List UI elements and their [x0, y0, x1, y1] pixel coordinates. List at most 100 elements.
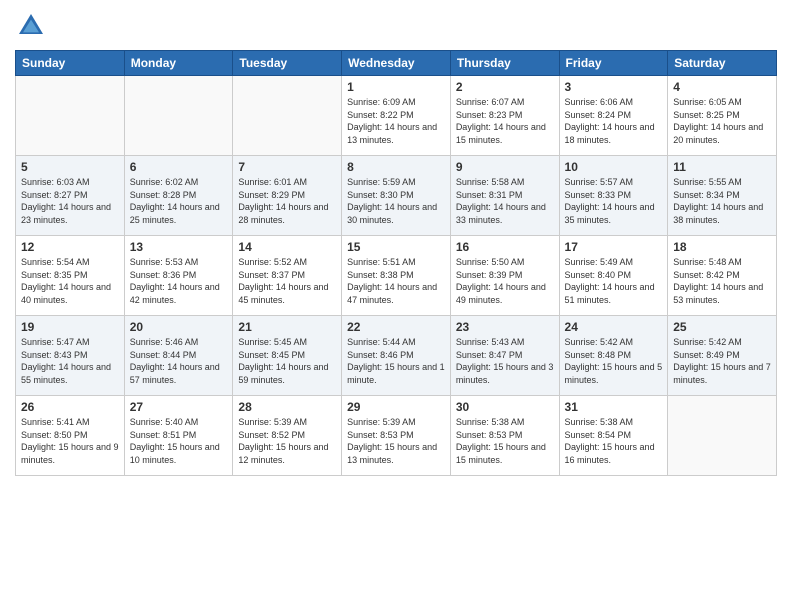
day-number: 16 [456, 240, 554, 254]
day-info: Sunrise: 5:59 AM Sunset: 8:30 PM Dayligh… [347, 176, 445, 226]
day-info: Sunrise: 5:41 AM Sunset: 8:50 PM Dayligh… [21, 416, 119, 466]
day-cell: 18 Sunrise: 5:48 AM Sunset: 8:42 PM Dayli… [668, 236, 777, 316]
day-info: Sunrise: 5:53 AM Sunset: 8:36 PM Dayligh… [130, 256, 228, 306]
day-cell: 19Sunrise: 5:47 AM Sunset: 8:43 PM Dayli… [16, 316, 125, 396]
day-info: Sunrise: 5:51 AM Sunset: 8:38 PM Dayligh… [347, 256, 445, 306]
day-number: 4 [673, 80, 771, 94]
day-number: 26 [21, 400, 119, 414]
day-info: Sunrise: 5:38 AM Sunset: 8:54 PM Dayligh… [565, 416, 663, 466]
day-info: Sunrise: 5:42 AM Sunset: 8:49 PM Dayligh… [673, 336, 771, 386]
day-info: Sunrise: 5:54 AM Sunset: 8:35 PM Dayligh… [21, 256, 119, 306]
day-number: 27 [130, 400, 228, 414]
day-cell: 20 Sunrise: 5:46 AM Sunset: 8:44 PM Dayli… [124, 316, 233, 396]
week-row-0: 1 Sunrise: 6:09 AM Sunset: 8:22 PM Daylig… [16, 76, 777, 156]
day-number: 28 [238, 400, 336, 414]
day-info: Sunrise: 6:05 AM Sunset: 8:25 PM Dayligh… [673, 96, 771, 146]
day-cell: 24Sunrise: 5:42 AM Sunset: 8:48 PM Dayli… [559, 316, 668, 396]
day-number: 3 [565, 80, 663, 94]
day-info: Sunrise: 5:49 AM Sunset: 8:40 PM Dayligh… [565, 256, 663, 306]
day-info: Sunrise: 5:47 AM Sunset: 8:43 PM Dayligh… [21, 336, 119, 386]
day-number: 21 [238, 320, 336, 334]
day-cell: 14 Sunrise: 5:52 AM Sunset: 8:37 PM Dayli… [233, 236, 342, 316]
day-number: 12 [21, 240, 119, 254]
day-number: 9 [456, 160, 554, 174]
day-number: 22 [347, 320, 445, 334]
day-cell: 12 Sunrise: 5:54 AM Sunset: 8:35 PM Dayli… [16, 236, 125, 316]
day-info: Sunrise: 5:43 AM Sunset: 8:47 PM Dayligh… [456, 336, 554, 386]
day-cell: 3 Sunrise: 6:06 AM Sunset: 8:24 PM Daylig… [559, 76, 668, 156]
page: SundayMondayTuesdayWednesdayThursdayFrid… [0, 0, 792, 612]
day-cell: 22Sunrise: 5:44 AM Sunset: 8:46 PM Dayli… [342, 316, 451, 396]
day-number: 13 [130, 240, 228, 254]
day-cell [668, 396, 777, 476]
day-info: Sunrise: 5:57 AM Sunset: 8:33 PM Dayligh… [565, 176, 663, 226]
day-cell: 16Sunrise: 5:50 AM Sunset: 8:39 PM Dayli… [450, 236, 559, 316]
day-cell: 15 Sunrise: 5:51 AM Sunset: 8:38 PM Dayli… [342, 236, 451, 316]
weekday-header-tuesday: Tuesday [233, 51, 342, 76]
day-cell: 23 Sunrise: 5:43 AM Sunset: 8:47 PM Dayli… [450, 316, 559, 396]
day-number: 11 [673, 160, 771, 174]
day-number: 1 [347, 80, 445, 94]
weekday-header-sunday: Sunday [16, 51, 125, 76]
day-cell: 27 Sunrise: 5:40 AM Sunset: 8:51 PM Dayli… [124, 396, 233, 476]
day-cell: 2Sunrise: 6:07 AM Sunset: 8:23 PM Daylig… [450, 76, 559, 156]
day-cell: 21 Sunrise: 5:45 AM Sunset: 8:45 PM Dayli… [233, 316, 342, 396]
day-number: 7 [238, 160, 336, 174]
day-info: Sunrise: 5:39 AM Sunset: 8:52 PM Dayligh… [238, 416, 336, 466]
day-cell: 8 Sunrise: 5:59 AM Sunset: 8:30 PM Daylig… [342, 156, 451, 236]
day-cell: 28 Sunrise: 5:39 AM Sunset: 8:52 PM Dayli… [233, 396, 342, 476]
day-number: 6 [130, 160, 228, 174]
day-info: Sunrise: 6:03 AM Sunset: 8:27 PM Dayligh… [21, 176, 119, 226]
day-cell: 30Sunrise: 5:38 AM Sunset: 8:53 PM Dayli… [450, 396, 559, 476]
day-info: Sunrise: 5:55 AM Sunset: 8:34 PM Dayligh… [673, 176, 771, 226]
day-info: Sunrise: 5:52 AM Sunset: 8:37 PM Dayligh… [238, 256, 336, 306]
day-info: Sunrise: 6:09 AM Sunset: 8:22 PM Dayligh… [347, 96, 445, 146]
week-row-3: 19Sunrise: 5:47 AM Sunset: 8:43 PM Dayli… [16, 316, 777, 396]
week-row-4: 26 Sunrise: 5:41 AM Sunset: 8:50 PM Dayli… [16, 396, 777, 476]
day-number: 10 [565, 160, 663, 174]
header [15, 10, 777, 42]
day-cell: 5 Sunrise: 6:03 AM Sunset: 8:27 PM Daylig… [16, 156, 125, 236]
weekday-header-thursday: Thursday [450, 51, 559, 76]
day-info: Sunrise: 5:48 AM Sunset: 8:42 PM Dayligh… [673, 256, 771, 306]
day-number: 31 [565, 400, 663, 414]
logo [15, 10, 51, 42]
day-info: Sunrise: 5:40 AM Sunset: 8:51 PM Dayligh… [130, 416, 228, 466]
day-number: 25 [673, 320, 771, 334]
day-info: Sunrise: 6:01 AM Sunset: 8:29 PM Dayligh… [238, 176, 336, 226]
day-number: 5 [21, 160, 119, 174]
weekday-header-saturday: Saturday [668, 51, 777, 76]
day-number: 14 [238, 240, 336, 254]
day-cell: 13 Sunrise: 5:53 AM Sunset: 8:36 PM Dayli… [124, 236, 233, 316]
day-info: Sunrise: 6:06 AM Sunset: 8:24 PM Dayligh… [565, 96, 663, 146]
day-cell: 10 Sunrise: 5:57 AM Sunset: 8:33 PM Dayli… [559, 156, 668, 236]
day-number: 8 [347, 160, 445, 174]
day-info: Sunrise: 6:02 AM Sunset: 8:28 PM Dayligh… [130, 176, 228, 226]
calendar-table: SundayMondayTuesdayWednesdayThursdayFrid… [15, 50, 777, 476]
day-number: 15 [347, 240, 445, 254]
day-cell: 25 Sunrise: 5:42 AM Sunset: 8:49 PM Dayli… [668, 316, 777, 396]
day-cell: 29Sunrise: 5:39 AM Sunset: 8:53 PM Dayli… [342, 396, 451, 476]
day-info: Sunrise: 5:58 AM Sunset: 8:31 PM Dayligh… [456, 176, 554, 226]
day-cell [124, 76, 233, 156]
day-info: Sunrise: 5:46 AM Sunset: 8:44 PM Dayligh… [130, 336, 228, 386]
weekday-header-monday: Monday [124, 51, 233, 76]
day-number: 23 [456, 320, 554, 334]
day-number: 20 [130, 320, 228, 334]
weekday-header-friday: Friday [559, 51, 668, 76]
day-info: Sunrise: 5:42 AM Sunset: 8:48 PM Dayligh… [565, 336, 663, 386]
week-row-1: 5 Sunrise: 6:03 AM Sunset: 8:27 PM Daylig… [16, 156, 777, 236]
day-cell [233, 76, 342, 156]
day-cell: 9 Sunrise: 5:58 AM Sunset: 8:31 PM Daylig… [450, 156, 559, 236]
day-info: Sunrise: 5:45 AM Sunset: 8:45 PM Dayligh… [238, 336, 336, 386]
day-cell: 4 Sunrise: 6:05 AM Sunset: 8:25 PM Daylig… [668, 76, 777, 156]
logo-icon [15, 10, 47, 42]
day-info: Sunrise: 6:07 AM Sunset: 8:23 PM Dayligh… [456, 96, 554, 146]
day-cell [16, 76, 125, 156]
day-cell: 17Sunrise: 5:49 AM Sunset: 8:40 PM Dayli… [559, 236, 668, 316]
day-cell: 1 Sunrise: 6:09 AM Sunset: 8:22 PM Daylig… [342, 76, 451, 156]
day-number: 18 [673, 240, 771, 254]
day-number: 29 [347, 400, 445, 414]
day-cell: 7 Sunrise: 6:01 AM Sunset: 8:29 PM Daylig… [233, 156, 342, 236]
day-number: 30 [456, 400, 554, 414]
